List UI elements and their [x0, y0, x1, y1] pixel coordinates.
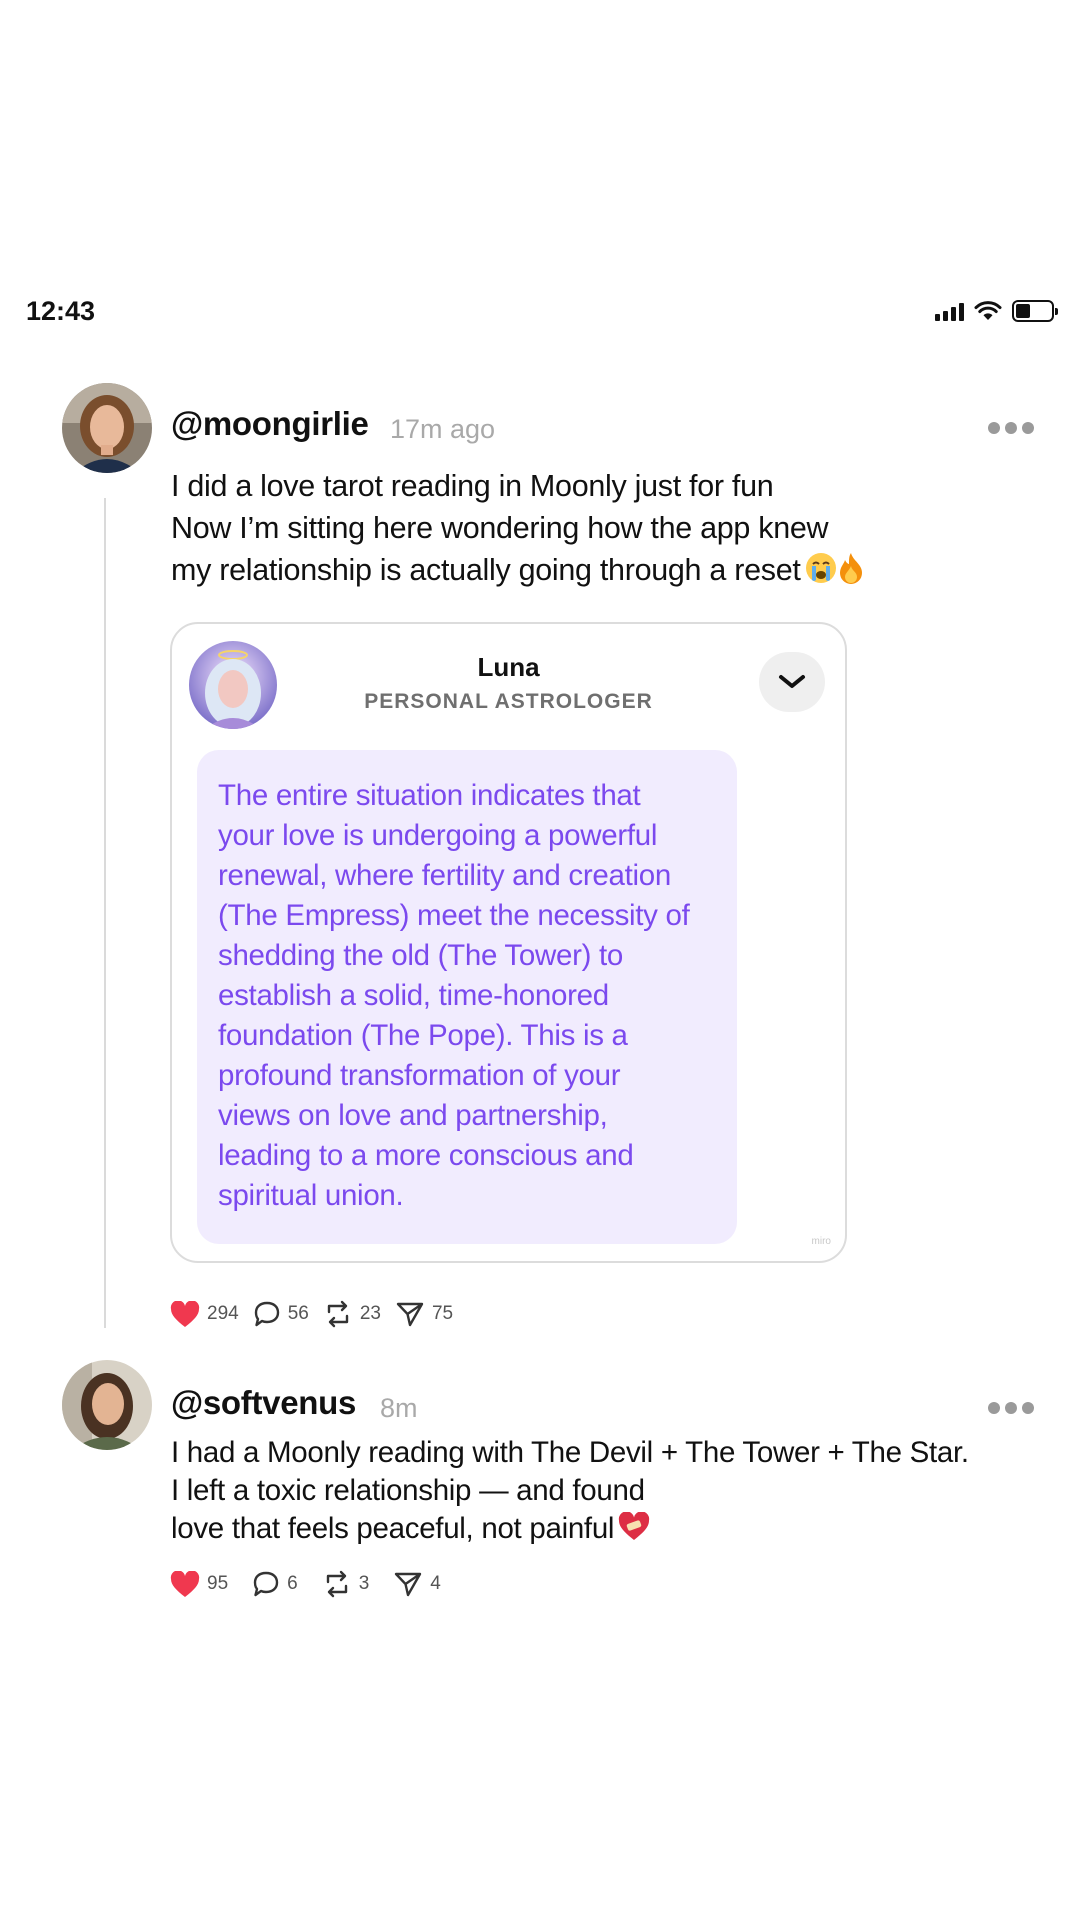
- post-text-line: I left a toxic relationship — and found: [171, 1474, 645, 1507]
- like-count: 95: [207, 1573, 229, 1594]
- repost-button[interactable]: 23: [323, 1300, 381, 1328]
- post-actions: 95 6 3 4: [170, 1570, 455, 1598]
- comment-button[interactable]: 56: [253, 1300, 309, 1328]
- fire-icon: [837, 552, 865, 595]
- avatar[interactable]: [62, 1360, 152, 1450]
- share-button[interactable]: 75: [395, 1300, 453, 1328]
- more-options-button[interactable]: [988, 422, 1034, 434]
- heart-icon: [170, 1570, 200, 1597]
- repost-count: 3: [358, 1573, 370, 1594]
- post-time: 17m ago: [390, 414, 496, 444]
- avatar[interactable]: [62, 383, 152, 473]
- comment-count: 56: [287, 1303, 309, 1324]
- comment-button[interactable]: 6: [252, 1570, 298, 1598]
- thread-line: [104, 498, 106, 1328]
- share-count: 4: [430, 1573, 441, 1594]
- cellular-signal-icon: [935, 301, 964, 321]
- post-actions: 294 56 23 75: [170, 1300, 467, 1328]
- crying-face-icon: [805, 552, 837, 595]
- heart-icon: [170, 1300, 200, 1327]
- post-text-line: love that feels peaceful, not painful: [171, 1512, 615, 1545]
- send-icon: [396, 1302, 424, 1327]
- more-options-button[interactable]: [988, 1402, 1034, 1414]
- post-text-line: my relationship is actually going throug…: [171, 553, 801, 587]
- astrologer-role: PERSONAL ASTROLOGER: [364, 690, 653, 713]
- post-text: I had a Moonly reading with The Devil + …: [171, 1434, 969, 1552]
- collapse-button[interactable]: [759, 652, 825, 712]
- chevron-down-icon: [779, 675, 805, 688]
- repost-count: 23: [359, 1303, 381, 1324]
- post-text-line: Now I’m sitting here wondering how the a…: [171, 511, 829, 545]
- share-button[interactable]: 4: [393, 1570, 441, 1598]
- like-count: 294: [207, 1303, 239, 1324]
- comment-icon: [254, 1301, 279, 1327]
- post-handle[interactable]: @moongirlie: [171, 405, 369, 443]
- battery-icon: [1012, 300, 1058, 322]
- repost-button[interactable]: 3: [322, 1570, 370, 1598]
- message-bubble: The entire situation indicates that your…: [197, 750, 737, 1244]
- mending-heart-icon: [618, 1511, 650, 1552]
- wifi-icon: [974, 301, 1002, 320]
- post-handle[interactable]: @softvenus: [171, 1384, 356, 1422]
- comment-count: 6: [287, 1573, 298, 1594]
- comment-icon: [253, 1571, 279, 1597]
- post-text-line: I had a Moonly reading with The Devil + …: [171, 1436, 969, 1469]
- share-count: 75: [431, 1303, 454, 1324]
- astrologer-name: Luna: [477, 652, 540, 682]
- post-text: I did a love tarot reading in Moonly jus…: [171, 465, 865, 595]
- message-text: The entire situation indicates that your…: [218, 779, 690, 1212]
- post-time: 8m: [380, 1393, 418, 1423]
- like-button[interactable]: 294: [170, 1300, 239, 1328]
- astrologer-card[interactable]: Luna PERSONAL ASTROLOGER The entire situ…: [170, 622, 847, 1263]
- like-button[interactable]: 95: [170, 1570, 229, 1598]
- send-icon: [395, 1572, 422, 1597]
- repost-icon: [326, 1570, 347, 1598]
- repost-icon: [327, 1300, 349, 1328]
- watermark: miro: [811, 1236, 831, 1247]
- post-text-line: I did a love tarot reading in Moonly jus…: [171, 469, 774, 503]
- status-time: 12:43: [26, 296, 96, 326]
- status-icons: [935, 300, 1058, 322]
